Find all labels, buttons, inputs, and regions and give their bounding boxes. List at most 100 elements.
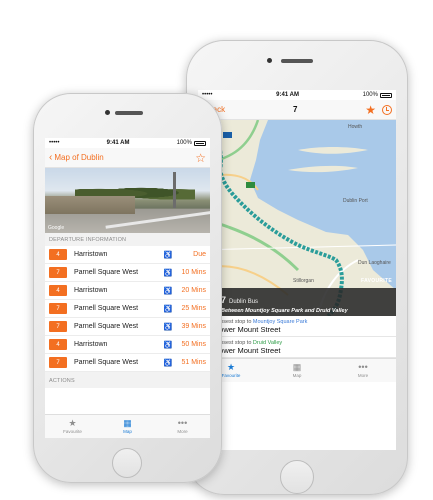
wheelchair-icon: ♿ — [163, 269, 173, 277]
nav-bar: ‹Back 7 ★ — [198, 100, 396, 120]
tab-more[interactable]: ••• More — [330, 359, 396, 382]
destination: Parnell Square West — [74, 323, 139, 330]
clock-icon[interactable] — [381, 104, 392, 115]
street-view-photo[interactable]: Google — [45, 168, 210, 233]
destination: Parnell Square West — [74, 269, 139, 276]
status-bar: ••••• 9:41 AM 100% — [198, 90, 396, 100]
tab-label: Favourite — [63, 429, 82, 434]
actions-section-header: ACTIONS — [45, 372, 210, 388]
route-badge: 7 — [49, 357, 67, 368]
battery-indicator: 100% — [363, 92, 392, 98]
departure-row[interactable]: 7 Parnell Square West ♿ 39 Mins — [45, 318, 210, 336]
due-time: 10 Mins — [181, 269, 206, 276]
due-time: 25 Mins — [181, 305, 206, 312]
status-bar: ••••• 9:41 AM 100% — [45, 138, 210, 148]
map-label-dun-laoghaire: Dun Laoghaire — [358, 260, 391, 266]
departure-row[interactable]: 7 Parnell Square West ♿ 10 Mins — [45, 264, 210, 282]
destination: Harristown — [74, 251, 108, 258]
battery-indicator: 100% — [177, 140, 206, 146]
map-label-stillorgan: Stillorgan — [293, 278, 314, 284]
battery-icon — [193, 140, 206, 146]
camera — [267, 58, 272, 63]
route-map[interactable]: Dublin Port Stillorgan Dun Laoghaire How… — [198, 120, 396, 316]
departures-screen: ••••• 9:41 AM 100% ‹ Map of Dublin ☆ Goog… — [45, 138, 210, 438]
battery-percent: 100% — [176, 140, 192, 146]
tab-map[interactable]: ▦ Map — [100, 415, 155, 438]
stop-name: Lower Mount Street — [215, 324, 281, 334]
lamp-post — [173, 172, 176, 208]
route-badge: 4 — [49, 339, 67, 350]
destination: Harristown — [74, 341, 108, 348]
home-button[interactable] — [112, 448, 142, 478]
tab-label: More — [177, 429, 188, 434]
stop-name: Lower Mount Street — [215, 345, 281, 355]
departure-row[interactable]: 4 Harristown ♿ Due — [45, 246, 210, 264]
route-description: Between Mountjoy Square Park and Druid V… — [221, 308, 348, 314]
tab-label: More — [357, 373, 369, 378]
status-time: 9:41 AM — [106, 140, 130, 146]
destination: Parnell Square West — [74, 359, 139, 366]
route-title: 7 — [292, 105, 298, 114]
wheelchair-icon: ♿ — [163, 359, 173, 367]
signal-indicator: ••••• — [202, 92, 213, 98]
camera — [105, 110, 110, 115]
wheelchair-icon: ♿ — [163, 323, 173, 331]
home-button[interactable] — [280, 460, 314, 494]
back-button[interactable]: ‹ Map of Dublin — [49, 151, 104, 163]
favourite-star-icon[interactable]: ★ — [365, 104, 376, 116]
map-icon: ▦ — [292, 362, 302, 372]
star-icon: ★ — [68, 418, 77, 428]
map-label-dublin-port: Dublin Port — [343, 198, 368, 204]
departure-section-header: DEPARTURE INFORMATION — [45, 233, 210, 246]
route-badge: 7 — [49, 303, 67, 314]
stop-row[interactable]: Closest stop to Mountjoy Square Park Low… — [198, 316, 396, 337]
speaker — [115, 111, 143, 115]
departure-row[interactable]: 4 Harristown ♿ 20 Mins — [45, 282, 210, 300]
speaker — [281, 59, 313, 63]
map-screen: ••••• 9:41 AM 100% ‹Back 7 ★ — [198, 90, 396, 450]
tab-more[interactable]: ••• More — [155, 415, 210, 438]
back-label: Map of Dublin — [54, 153, 104, 162]
map-icon: ▦ — [123, 418, 132, 428]
wheelchair-icon: ♿ — [163, 251, 173, 259]
google-watermark: Google — [48, 225, 65, 231]
due-time: Due — [193, 251, 206, 258]
map-label-howth: Howth — [348, 124, 363, 130]
map-graphic — [198, 120, 396, 316]
route-operator: Dublin Bus — [229, 299, 259, 305]
departure-row[interactable]: 4 Harristown ♿ 50 Mins — [45, 336, 210, 354]
route-badge: 4 — [49, 285, 67, 296]
stop-row[interactable]: Closest stop to Druid Valley Lower Mount… — [198, 337, 396, 358]
route-badge: 4 — [49, 249, 67, 260]
route-badge: 7 — [49, 321, 67, 332]
wall — [45, 196, 135, 214]
destination: Harristown — [74, 287, 108, 294]
tab-map[interactable]: ▦ Map — [264, 359, 330, 382]
favourite-star-outline-icon[interactable]: ☆ — [195, 152, 206, 164]
tab-label: Favourite — [221, 373, 241, 378]
signal-indicator: ••••• — [49, 140, 60, 146]
tab-bar: ★ Favourite ▦ Map ••• More — [198, 358, 396, 382]
battery-icon — [379, 92, 392, 98]
tab-favourite[interactable]: ★ Favourite — [45, 415, 100, 438]
star-icon: ★ — [226, 362, 236, 372]
status-time: 9:41 AM — [276, 92, 299, 98]
more-icon: ••• — [177, 418, 188, 428]
phone-front: ••••• 9:41 AM 100% ‹ Map of Dublin ☆ Goog… — [33, 93, 222, 483]
route-info-panel[interactable]: 7 Dublin Bus Between Mountjoy Square Park… — [198, 288, 396, 316]
due-time: 20 Mins — [181, 287, 206, 294]
due-time: 50 Mins — [181, 341, 206, 348]
chevron-left-icon: ‹ — [49, 151, 53, 163]
nav-bar: ‹ Map of Dublin ☆ — [45, 148, 210, 168]
due-time: 39 Mins — [181, 323, 206, 330]
tab-label: Map — [292, 373, 302, 378]
wheelchair-icon: ♿ — [163, 341, 173, 349]
favourite-label: FAVOURITE — [361, 278, 392, 284]
route-badge: 7 — [49, 267, 67, 278]
wheelchair-icon: ♿ — [163, 305, 173, 313]
more-icon: ••• — [358, 362, 368, 372]
tab-label: Map — [123, 429, 132, 434]
departure-row[interactable]: 7 Parnell Square West ♿ 25 Mins — [45, 300, 210, 318]
wheelchair-icon: ♿ — [163, 287, 173, 295]
departure-row[interactable]: 7 Parnell Square West ♿ 51 Mins — [45, 354, 210, 372]
